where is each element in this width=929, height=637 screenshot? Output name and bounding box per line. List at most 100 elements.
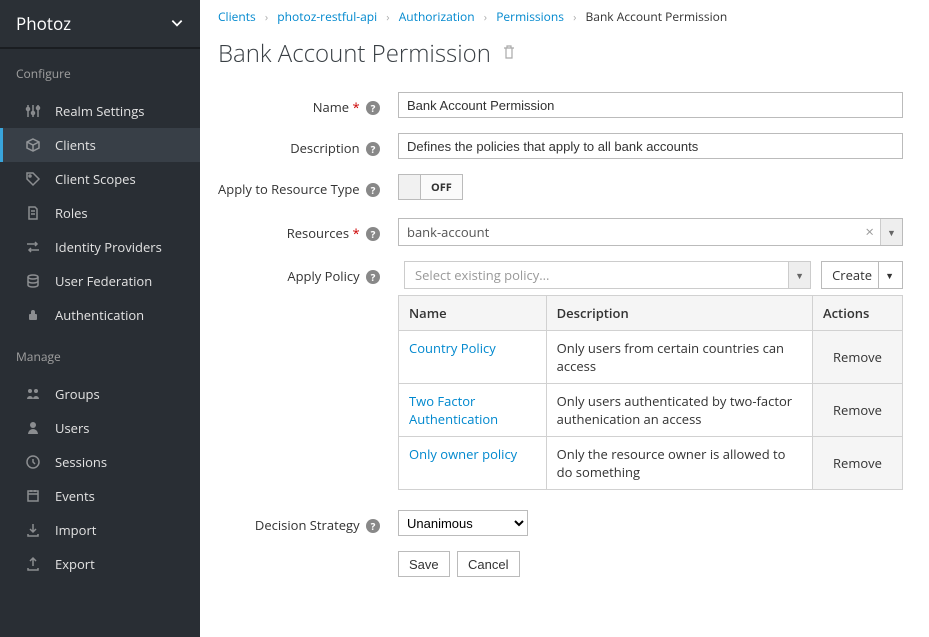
policy-link[interactable]: Two Factor Authentication — [409, 392, 498, 428]
breadcrumb-link-permissions[interactable]: Permissions — [496, 8, 564, 25]
policy-description: Only users from certain countries can ac… — [546, 331, 812, 384]
sidebar-item-groups[interactable]: Groups — [0, 377, 200, 411]
resources-value: bank-account — [399, 223, 859, 241]
breadcrumb-link-clients[interactable]: Clients — [218, 8, 256, 25]
existing-policy-select[interactable]: Select existing policy... ▼ — [404, 261, 811, 289]
breadcrumb-separator-icon: › — [259, 10, 274, 25]
sidebar-item-sessions[interactable]: Sessions — [0, 445, 200, 479]
sidebar-item-label: Groups — [55, 385, 100, 403]
file-icon — [25, 205, 41, 221]
sidebar-item-users[interactable]: Users — [0, 411, 200, 445]
col-description: Description — [546, 296, 812, 331]
toggle-knob — [399, 175, 421, 199]
realm-selector[interactable]: Photoz — [0, 0, 200, 48]
group-icon — [25, 386, 41, 402]
sidebar-item-clients[interactable]: Clients — [0, 128, 200, 162]
page-title-text: Bank Account Permission — [218, 37, 491, 70]
caret-down-icon: ▼ — [878, 262, 900, 288]
sidebar-item-user-federation[interactable]: User Federation — [0, 264, 200, 298]
breadcrumb-link-authorization[interactable]: Authorization — [399, 8, 475, 25]
database-icon — [25, 273, 41, 289]
sidebar-item-label: User Federation — [55, 272, 152, 290]
help-icon[interactable]: ? — [366, 183, 380, 197]
remove-button[interactable]: Remove — [833, 454, 882, 472]
sidebar: Photoz Configure Realm Settings Clients … — [0, 0, 200, 637]
sidebar-item-identity-providers[interactable]: Identity Providers — [0, 230, 200, 264]
section-label-configure: Configure — [0, 49, 200, 94]
create-label: Create — [832, 266, 872, 284]
resources-select[interactable]: bank-account × ▼ — [398, 218, 903, 246]
sidebar-item-export[interactable]: Export — [0, 547, 200, 581]
breadcrumb-link-client[interactable]: photoz-restful-api — [277, 8, 377, 25]
sidebar-item-events[interactable]: Events — [0, 479, 200, 513]
table-row: Two Factor Authentication Only users aut… — [399, 384, 903, 437]
user-icon — [25, 420, 41, 436]
breadcrumb: Clients › photoz-restful-api › Authoriza… — [218, 0, 911, 37]
create-policy-button[interactable]: Create ▼ — [821, 261, 903, 289]
help-icon[interactable]: ? — [366, 142, 380, 156]
sidebar-item-label: Roles — [55, 204, 88, 222]
realm-name: Photoz — [16, 12, 71, 35]
policy-link[interactable]: Country Policy — [409, 339, 496, 357]
save-button[interactable]: Save — [398, 551, 450, 577]
sidebar-item-label: Export — [55, 555, 95, 573]
sidebar-item-label: Realm Settings — [55, 102, 144, 120]
decision-strategy-select[interactable]: Unanimous — [398, 510, 528, 536]
col-name: Name — [399, 296, 547, 331]
sidebar-item-import[interactable]: Import — [0, 513, 200, 547]
section-label-manage: Manage — [0, 332, 200, 377]
label-apply-policy: Apply Policy ? — [218, 261, 398, 285]
table-row: Only owner policy Only the resource owne… — [399, 437, 903, 490]
apply-resource-type-toggle[interactable]: OFF — [398, 174, 463, 200]
breadcrumb-separator-icon: › — [567, 10, 582, 25]
sidebar-item-label: Sessions — [55, 453, 107, 471]
policy-description: Only the resource owner is allowed to do… — [546, 437, 812, 490]
sidebar-item-label: Import — [55, 521, 96, 539]
name-field[interactable] — [398, 92, 903, 118]
col-actions: Actions — [813, 296, 903, 331]
remove-button[interactable]: Remove — [833, 401, 882, 419]
policy-select-placeholder: Select existing policy... — [405, 262, 788, 288]
exchange-icon — [25, 239, 41, 255]
lock-icon — [25, 307, 41, 323]
export-icon — [25, 556, 41, 572]
label-apply-resource-type: Apply to Resource Type ? — [218, 174, 398, 198]
breadcrumb-current: Bank Account Permission — [586, 8, 728, 25]
policy-description: Only users authenticated by two-factor a… — [546, 384, 812, 437]
tags-icon — [25, 171, 41, 187]
sidebar-item-roles[interactable]: Roles — [0, 196, 200, 230]
policy-table: Name Description Actions Country Policy … — [398, 295, 903, 490]
policy-link[interactable]: Only owner policy — [409, 445, 517, 463]
calendar-icon — [25, 488, 41, 504]
help-icon[interactable]: ? — [366, 270, 380, 284]
sidebar-item-client-scopes[interactable]: Client Scopes — [0, 162, 200, 196]
sliders-icon — [25, 103, 41, 119]
help-icon[interactable]: ? — [366, 101, 380, 115]
table-row: Country Policy Only users from certain c… — [399, 331, 903, 384]
chevron-down-icon[interactable]: ▼ — [880, 219, 902, 245]
main-content: Clients › photoz-restful-api › Authoriza… — [200, 0, 929, 637]
import-icon — [25, 522, 41, 538]
chevron-down-icon — [170, 12, 184, 35]
clock-icon — [25, 454, 41, 470]
sidebar-item-authentication[interactable]: Authentication — [0, 298, 200, 332]
page-title: Bank Account Permission — [218, 37, 911, 70]
clear-icon[interactable]: × — [859, 222, 880, 242]
chevron-down-icon[interactable]: ▼ — [788, 262, 810, 288]
help-icon[interactable]: ? — [366, 227, 380, 241]
sidebar-item-label: Users — [55, 419, 89, 437]
breadcrumb-separator-icon: › — [478, 10, 493, 25]
toggle-off-label: OFF — [421, 175, 462, 199]
sidebar-item-label: Authentication — [55, 306, 144, 324]
sidebar-item-label: Client Scopes — [55, 170, 136, 188]
sidebar-item-label: Events — [55, 487, 95, 505]
description-field[interactable] — [398, 133, 903, 159]
cube-icon — [25, 137, 41, 153]
remove-button[interactable]: Remove — [833, 348, 882, 366]
trash-icon[interactable] — [501, 42, 517, 66]
sidebar-item-realm-settings[interactable]: Realm Settings — [0, 94, 200, 128]
cancel-button[interactable]: Cancel — [457, 551, 519, 577]
help-icon[interactable]: ? — [366, 519, 380, 533]
label-decision-strategy: Decision Strategy ? — [218, 510, 398, 534]
label-resources: Resources * ? — [218, 218, 398, 242]
